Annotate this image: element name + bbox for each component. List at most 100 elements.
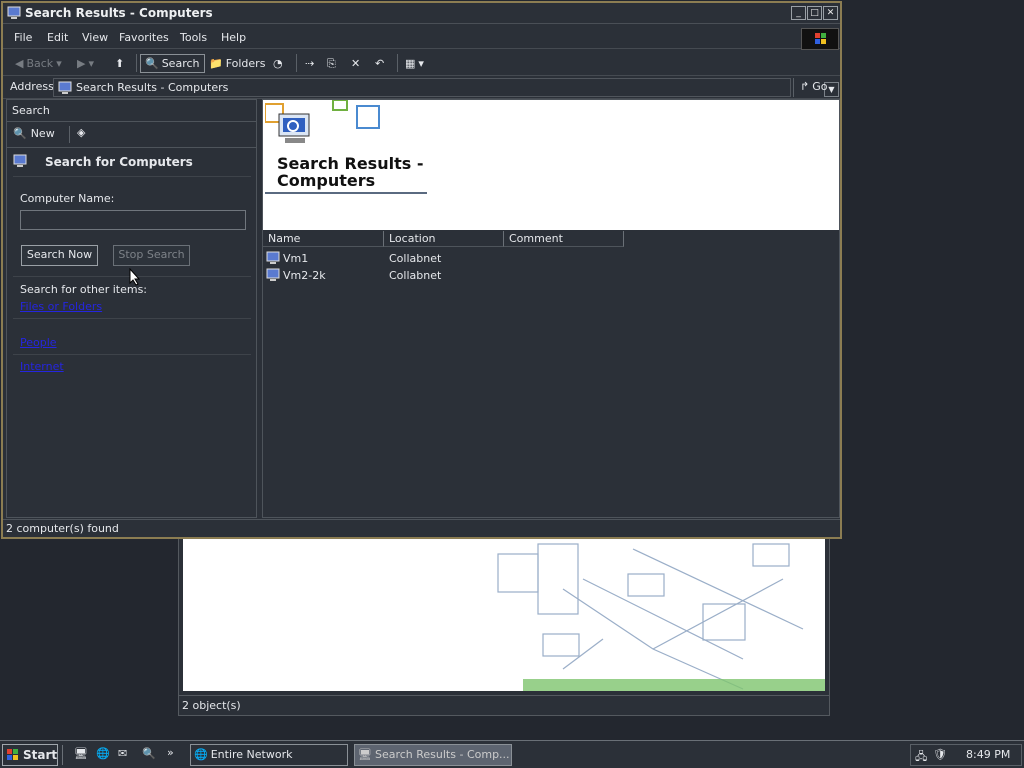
menu-edit[interactable]: Edit: [47, 31, 68, 44]
delete-button[interactable]: ✕: [347, 54, 364, 73]
row-location: Collabnet: [389, 269, 442, 282]
windows-logo-icon: [801, 28, 839, 50]
taskbar-separator: [62, 745, 63, 765]
results-title-line1: Search Results -: [277, 154, 424, 173]
computers-icon: [13, 154, 27, 168]
computer-search-icon: [58, 81, 72, 95]
menu-favorites[interactable]: Favorites: [119, 31, 169, 44]
menu-tools[interactable]: Tools: [180, 31, 207, 44]
folders-button[interactable]: 📁 Folders: [205, 54, 269, 73]
up-folder-icon: ⬆: [115, 57, 125, 70]
views-icon: ▦: [405, 57, 416, 70]
network-tray-icon[interactable]: 🖧: [915, 748, 927, 767]
other-items-label: Search for other items:: [20, 283, 147, 296]
maximize-button[interactable]: □: [807, 6, 822, 20]
copy-to-button[interactable]: ⎘: [323, 54, 340, 73]
address-label: Address: [10, 80, 54, 93]
divider: [13, 176, 251, 177]
column-header-location[interactable]: Location: [384, 231, 504, 247]
menu-file[interactable]: File: [14, 31, 32, 44]
row-name: Vm2-2k: [283, 269, 326, 282]
go-label: Go: [812, 80, 828, 93]
new-search-button[interactable]: 🔍 New: [13, 127, 55, 140]
internet-explorer-icon[interactable]: 🌐: [96, 747, 110, 760]
task-label: Search Results - Comp...: [374, 748, 510, 761]
title-bar[interactable]: Search Results - Computers _ □ ✕: [3, 3, 840, 24]
results-pane: Search Results - Computers Name Location…: [262, 99, 840, 518]
mouse-cursor-icon: [129, 268, 141, 286]
search-pane-toolbar: 🔍 New ◈: [7, 122, 256, 148]
computer-name-label: Computer Name:: [20, 192, 115, 205]
computer-search-icon: [7, 6, 21, 20]
stop-search-button[interactable]: Stop Search: [113, 245, 190, 266]
close-button[interactable]: ✕: [823, 6, 838, 20]
task-search-results[interactable]: 🖥 Search Results - Comp...: [354, 744, 512, 766]
go-button[interactable]: ↱ Go: [793, 78, 833, 97]
back-dropdown-icon: ▾: [56, 57, 62, 70]
forward-button[interactable]: ▶ ▾: [73, 54, 98, 73]
internet-link[interactable]: Internet: [20, 360, 64, 373]
move-to-button[interactable]: ⇢: [301, 54, 318, 73]
back-label: Back: [26, 57, 54, 70]
computer-icon: [266, 268, 280, 282]
minimize-button[interactable]: _: [791, 6, 806, 20]
search-button[interactable]: 🔍 Search: [140, 54, 205, 73]
search-now-button[interactable]: Search Now: [21, 245, 98, 266]
search-options-icon[interactable]: ◈: [77, 126, 85, 139]
table-row[interactable]: Vm2-2k Collabnet: [263, 267, 839, 284]
delete-icon: ✕: [351, 57, 361, 70]
column-header-comment[interactable]: Comment: [504, 231, 624, 247]
clock[interactable]: 8:49 PM: [966, 748, 1010, 761]
row-location: Collabnet: [389, 252, 442, 265]
views-button[interactable]: ▦ ▾: [401, 54, 428, 73]
background-window[interactable]: 2 object(s): [178, 530, 830, 716]
search-pane-header: Search: [7, 100, 256, 122]
window-title: Search Results - Computers: [25, 6, 213, 20]
divider: [13, 354, 251, 355]
up-folder-button[interactable]: ⬆: [111, 54, 128, 73]
views-dropdown-icon: ▾: [418, 57, 424, 70]
show-desktop-icon[interactable]: 🖥: [74, 747, 88, 760]
menu-help[interactable]: Help: [221, 31, 246, 44]
computer-search-icon: 🖥: [358, 748, 372, 761]
search-label: Search: [161, 57, 200, 70]
outlook-express-icon[interactable]: ✉: [118, 747, 127, 760]
column-header-name[interactable]: Name: [263, 231, 384, 247]
new-label: New: [30, 127, 55, 140]
history-icon: ◔: [273, 57, 283, 70]
toolbar-separator: [296, 54, 297, 72]
forward-dropdown-icon: ▾: [88, 57, 94, 70]
go-arrow-icon: ↱: [800, 80, 810, 93]
search-pane: Search 🔍 New ◈ Search for Computers Comp…: [6, 99, 257, 518]
menu-bar: File Edit View Favorites Tools Help: [3, 27, 840, 50]
search-results-window[interactable]: Search Results - Computers _ □ ✕ File Ed…: [1, 1, 842, 539]
start-label: Start: [23, 748, 58, 762]
start-button[interactable]: Start: [2, 744, 58, 766]
results-title-line2: Computers: [277, 171, 376, 190]
files-or-folders-link[interactable]: Files or Folders: [20, 300, 102, 313]
history-button[interactable]: ◔: [269, 54, 287, 73]
toolbar-separator: [136, 54, 137, 72]
people-link[interactable]: People: [20, 336, 57, 349]
computer-name-input[interactable]: [20, 210, 246, 230]
status-bar: 2 computer(s) found: [3, 519, 840, 537]
undo-button[interactable]: ↶: [371, 54, 388, 73]
menu-view[interactable]: View: [82, 31, 108, 44]
network-illustration: [183, 539, 825, 691]
quick-launch-more-icon[interactable]: »: [167, 746, 174, 759]
windows-logo-icon: [6, 748, 20, 762]
new-search-icon: 🔍: [13, 127, 27, 140]
security-tray-icon[interactable]: 🛡: [933, 748, 947, 761]
undo-icon: ↶: [375, 57, 385, 70]
task-entire-network[interactable]: 🌐 Entire Network: [190, 744, 348, 766]
standard-toolbar: ◀ Back ▾ ▶ ▾ ⬆ 🔍 Search 📁 Folders ◔ ⇢ ⎘ …: [3, 50, 840, 76]
computer-icon: [266, 251, 280, 265]
copy-to-icon: ⎘: [327, 56, 336, 70]
back-button[interactable]: ◀ Back ▾: [11, 54, 66, 73]
explorer-quick-launch-icon[interactable]: 🔍: [142, 747, 156, 760]
address-input[interactable]: Search Results - Computers ▼: [53, 78, 839, 97]
table-row[interactable]: Vm1 Collabnet: [263, 250, 839, 267]
move-to-icon: ⇢: [305, 57, 315, 70]
search-computers-banner-icon: [265, 100, 385, 150]
folders-icon: 📁: [209, 57, 223, 70]
